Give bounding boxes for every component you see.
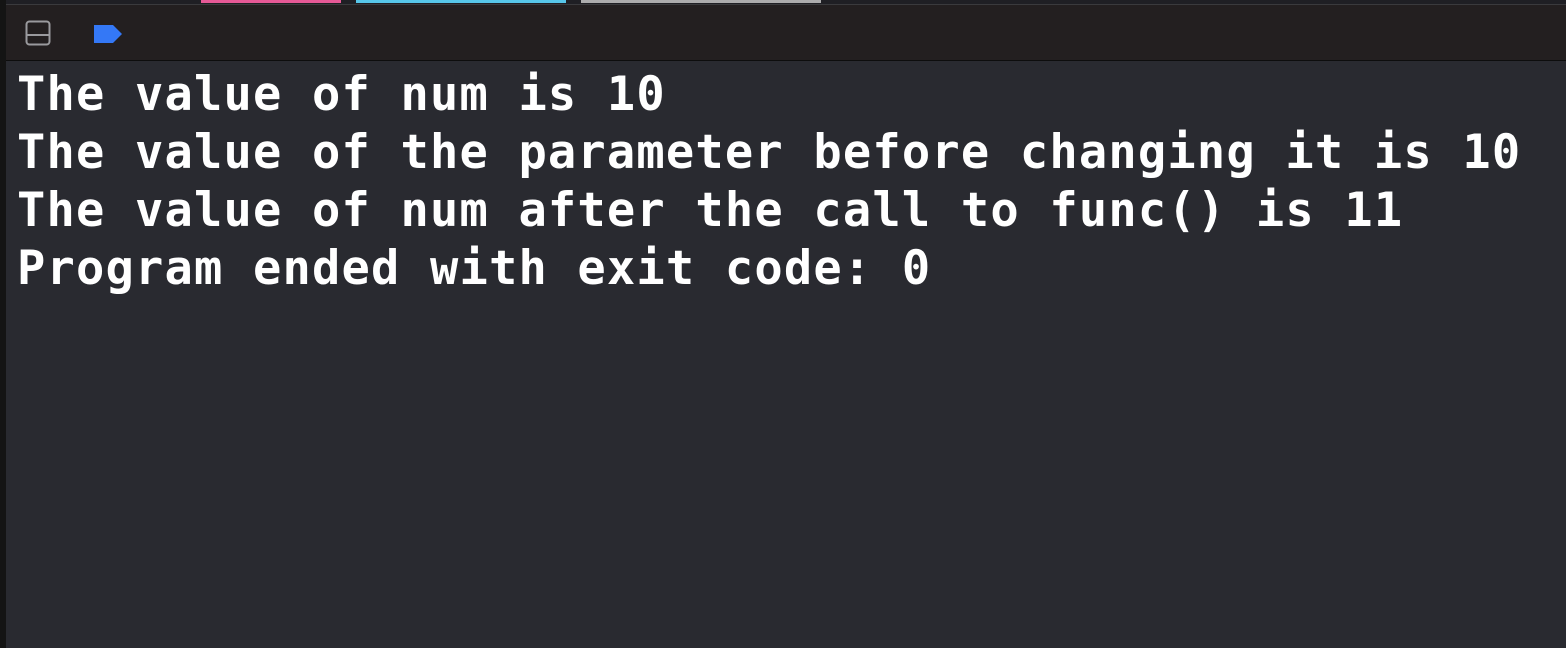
console-line: The value of num after the call to func(…	[17, 183, 1404, 238]
console-line: Program ended with exit code: 0	[17, 241, 932, 296]
debug-console-window: The value of num is 10 The value of the …	[0, 0, 1566, 648]
debug-toolbar	[6, 4, 1566, 61]
console-line: The value of the parameter before changi…	[17, 125, 1522, 180]
hide-debug-area-icon	[25, 20, 51, 46]
code-sliver-text	[581, 0, 821, 3]
console-output[interactable]: The value of num is 10 The value of the …	[12, 61, 1566, 648]
console-line: The value of num is 10	[17, 67, 666, 122]
breakpoints-toggle-button[interactable]	[86, 23, 124, 45]
code-sliver-type	[356, 0, 566, 3]
breakpoint-indicator-icon	[94, 25, 122, 43]
hide-debug-area-button[interactable]	[25, 20, 51, 46]
code-sliver-keyword	[201, 0, 341, 3]
